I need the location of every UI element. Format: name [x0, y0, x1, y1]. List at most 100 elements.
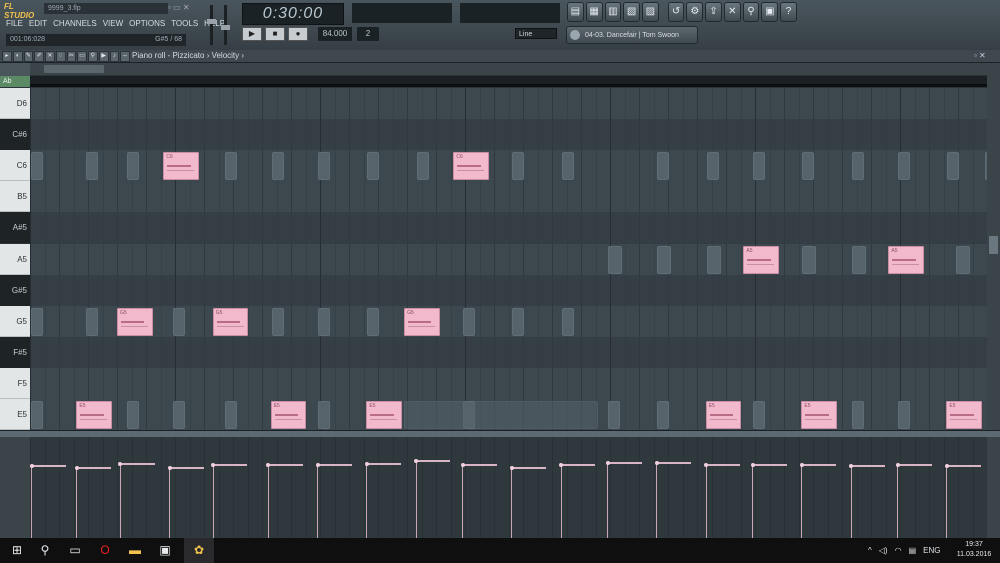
pattern-selector[interactable]: 2 — [357, 27, 379, 41]
pencil-icon[interactable]: ✎ — [23, 51, 34, 62]
playlist-icon[interactable]: ▤ — [567, 2, 584, 22]
velocity-stem[interactable] — [607, 462, 609, 538]
piano-key-e5[interactable]: E5 — [0, 399, 30, 431]
note-e5[interactable]: E5 — [270, 401, 307, 429]
menu-channels[interactable]: CHANNELS — [53, 17, 97, 30]
note-c6[interactable]: C6 — [163, 152, 200, 181]
piano-key-gsharp5[interactable]: G#5 — [0, 274, 30, 306]
velocity-handle[interactable] — [799, 462, 804, 467]
velocity-handle[interactable] — [74, 465, 79, 470]
piano-key-a5[interactable]: A5 — [0, 243, 30, 275]
note-e5[interactable]: E5 — [366, 401, 403, 429]
language-indicator[interactable]: ENG — [923, 538, 940, 563]
volume-icon[interactable]: ◁) — [879, 538, 888, 563]
note-g5[interactable]: G5 — [117, 307, 153, 336]
start-icon[interactable]: ⊞ — [2, 538, 32, 563]
recording-options[interactable] — [390, 26, 510, 44]
velocity-stem[interactable] — [656, 462, 658, 538]
select-icon[interactable]: ▭ — [77, 51, 87, 62]
velocity-stem[interactable] — [897, 464, 899, 538]
velocity-handle[interactable] — [849, 463, 854, 468]
note-c6[interactable]: C6 — [453, 152, 490, 181]
speaker-icon[interactable]: ♪ — [109, 51, 120, 62]
note-g5[interactable]: G5 — [404, 307, 440, 336]
velocity-handle[interactable] — [315, 462, 320, 467]
snap-selector[interactable]: Line — [515, 28, 557, 39]
time-display[interactable]: 0:30:00 — [242, 3, 344, 25]
step-sequencer-icon[interactable]: ▦ — [585, 2, 603, 22]
piano-key-f5[interactable]: F5 — [0, 367, 30, 399]
scroll-icon[interactable]: ⇔ — [120, 51, 130, 62]
opera-icon[interactable]: O — [90, 538, 120, 563]
note-e5[interactable]: E5 — [801, 401, 838, 429]
note-e5[interactable]: E5 — [76, 401, 113, 429]
piano-key-csharp6[interactable]: C#6 — [0, 119, 30, 151]
search-icon[interactable]: ⚲ — [30, 538, 60, 563]
stop-button[interactable]: ■ — [265, 27, 285, 41]
notification-icon[interactable]: ▤ — [909, 538, 917, 563]
horizontal-scroll-track[interactable] — [30, 63, 987, 75]
note-a5[interactable]: A5 — [743, 245, 780, 274]
zoom-icon[interactable]: ⚲ — [88, 51, 98, 62]
menu-file[interactable]: FILE — [6, 17, 23, 30]
file-explorer-icon[interactable]: ▬ — [120, 538, 150, 563]
master-volume-slider[interactable] — [207, 5, 216, 45]
clock[interactable]: 19:37 11.03.2016 — [952, 540, 996, 562]
velocity-handle[interactable] — [509, 465, 514, 470]
velocity-handle[interactable] — [414, 458, 419, 463]
tools-icon[interactable]: ✕ — [723, 2, 741, 22]
velocity-handle[interactable] — [30, 463, 34, 468]
menu-options[interactable]: OPTIONS — [129, 17, 165, 30]
master-sliders[interactable] — [196, 2, 236, 48]
mute-icon[interactable]: ◌ — [55, 51, 66, 62]
velocity-handle[interactable] — [895, 462, 900, 467]
plugin-icon[interactable]: ⚙ — [686, 2, 704, 22]
velocity-handle[interactable] — [559, 462, 564, 467]
search-icon[interactable]: ⚲ — [742, 2, 760, 22]
velocity-stem[interactable] — [705, 464, 707, 538]
slice-icon[interactable]: ✂ — [66, 51, 77, 62]
menu-edit[interactable]: EDIT — [29, 17, 47, 30]
velocity-stem[interactable] — [267, 464, 269, 538]
menu-tools[interactable]: TOOLS — [171, 17, 198, 30]
velocity-stem[interactable] — [31, 465, 33, 538]
velocity-handle[interactable] — [750, 462, 755, 467]
velocity-handle[interactable] — [944, 463, 949, 468]
velocity-editor[interactable] — [30, 437, 987, 538]
store-icon[interactable]: ▣ — [150, 538, 180, 563]
save-icon[interactable]: ▣ — [761, 2, 779, 22]
piano-key-asharp5[interactable]: A#5 — [0, 212, 30, 244]
velocity-stem[interactable] — [212, 464, 214, 538]
note-a5[interactable]: A5 — [888, 245, 925, 274]
magnet-icon[interactable]: ◐ — [12, 51, 23, 62]
piano-keyboard[interactable]: D6 C#6 C6 B5 A#5 A5 G#5 G5 F#5 F5 E5 — [0, 88, 30, 431]
help-icon[interactable]: ? — [780, 2, 797, 22]
velocity-handle[interactable] — [167, 465, 172, 470]
velocity-handle[interactable] — [364, 461, 369, 466]
master-pitch-slider[interactable] — [221, 5, 230, 45]
velocity-handle[interactable] — [704, 462, 709, 467]
playback-icon[interactable]: ▶ — [98, 51, 109, 62]
velocity-handle[interactable] — [211, 462, 216, 467]
piano-key-g5[interactable]: G5 — [0, 305, 30, 337]
note-e5[interactable]: E5 — [946, 401, 983, 429]
brush-icon[interactable]: ✐ — [34, 51, 44, 62]
velocity-stem[interactable] — [462, 464, 464, 538]
velocity-stem[interactable] — [415, 460, 417, 538]
velocity-stem[interactable] — [752, 464, 754, 538]
piano-key-c6[interactable]: C6 — [0, 150, 30, 182]
event-editor-scroll[interactable] — [987, 437, 1000, 538]
velocity-stem[interactable] — [169, 467, 171, 538]
velocity-stem[interactable] — [317, 464, 319, 538]
slider-knob[interactable] — [207, 19, 216, 24]
piano-roll-title[interactable]: Piano roll - Pizzicato › Velocity › — [132, 50, 244, 62]
delete-icon[interactable]: ✕ — [45, 51, 55, 62]
vertical-scroll-thumb[interactable] — [989, 236, 998, 254]
velocity-stem[interactable] — [119, 463, 121, 538]
piano-key-d6[interactable]: D6 — [0, 88, 30, 120]
velocity-stem[interactable] — [76, 467, 78, 538]
menu-view[interactable]: VIEW — [103, 17, 123, 30]
task-view-icon[interactable]: ▭ — [60, 538, 90, 563]
browser-icon[interactable]: ▧ — [623, 2, 640, 22]
mixer-icon[interactable]: ▨ — [642, 2, 659, 22]
